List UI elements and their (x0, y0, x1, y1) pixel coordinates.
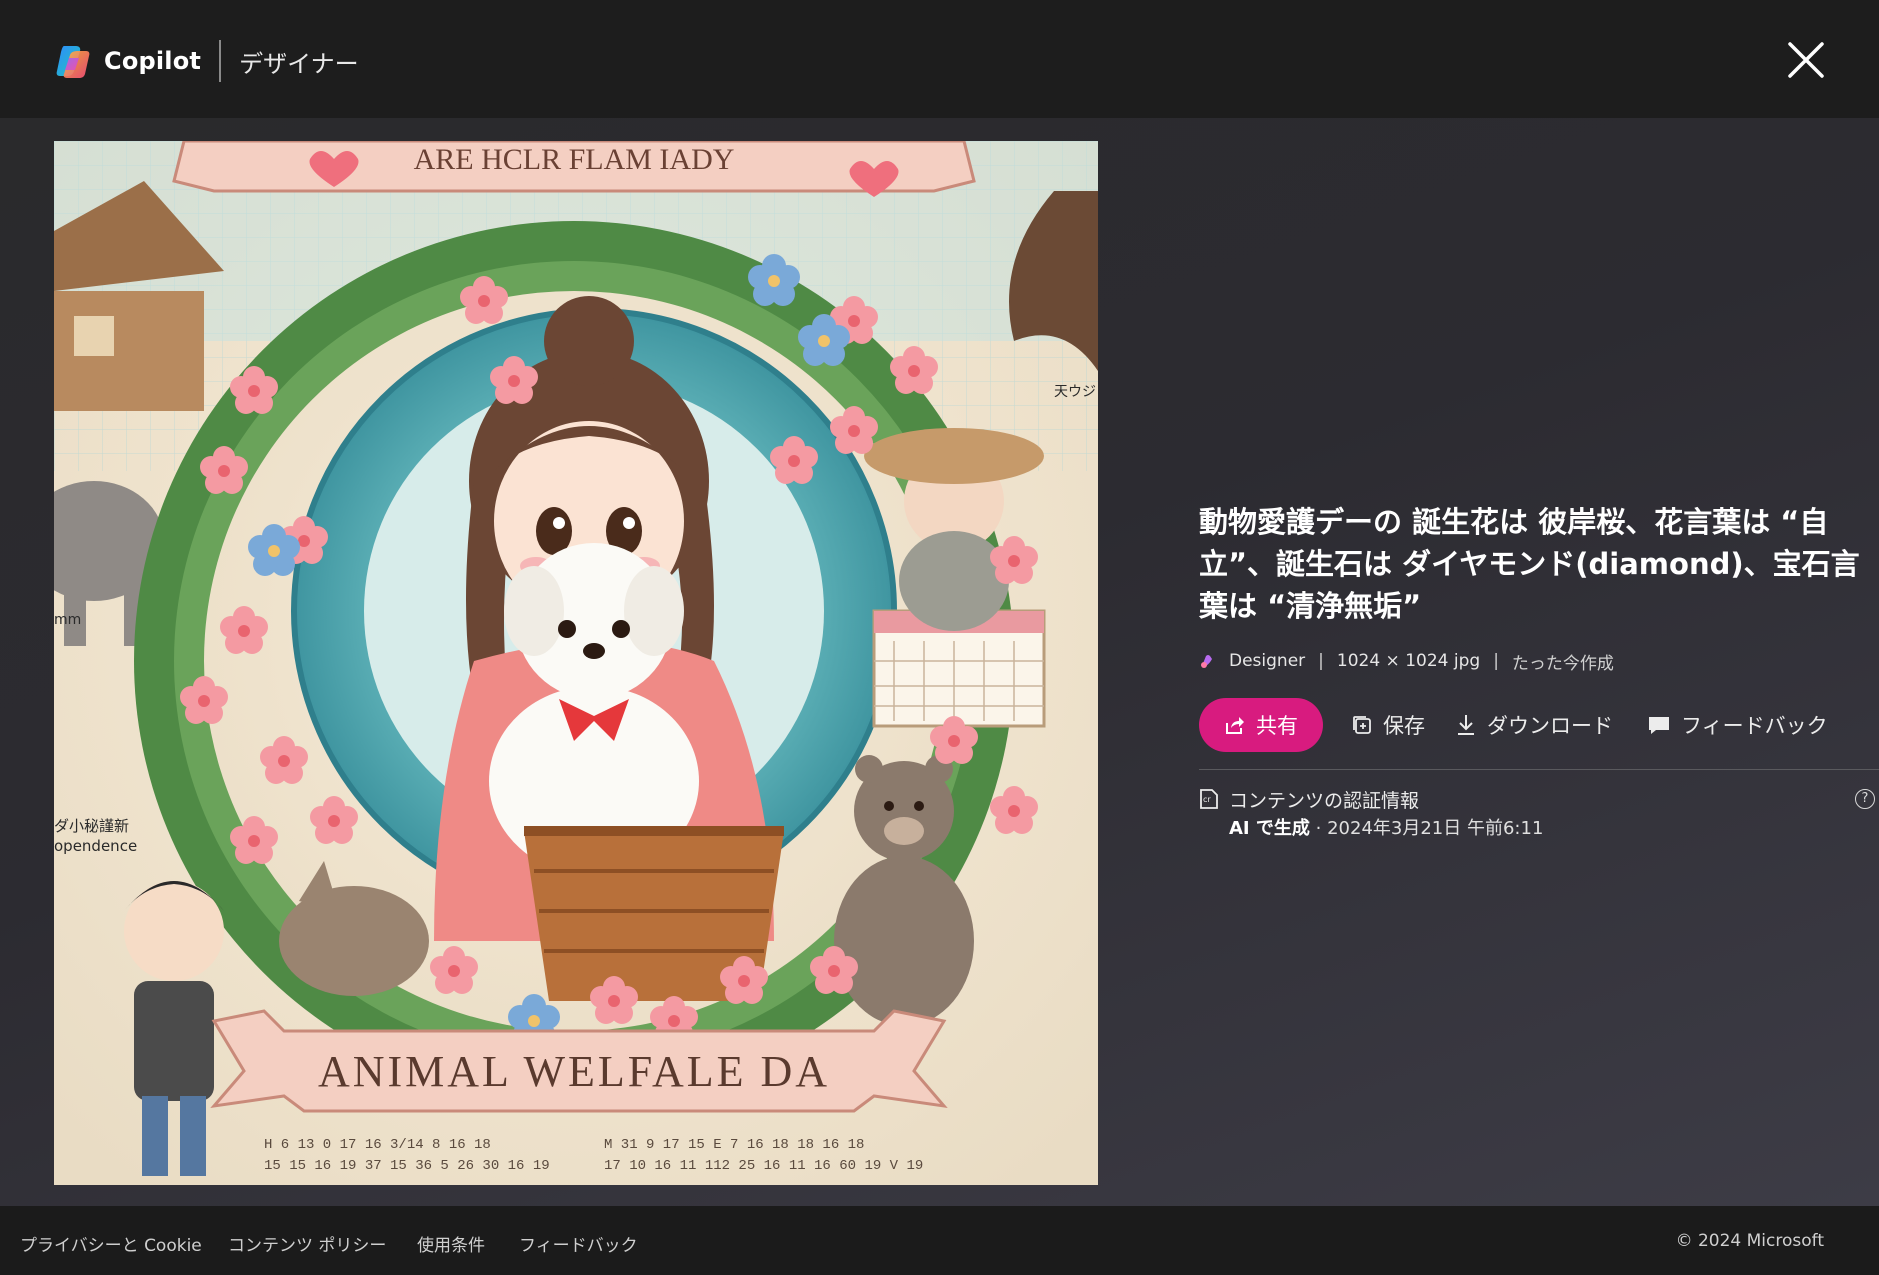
right-sign-text: 天ウジ (1054, 384, 1096, 400)
copilot-logo-icon (56, 46, 90, 78)
generated-image[interactable]: ARE HCLR FLAM IADY ANIMAL WELFALE DA H 6… (54, 141, 1098, 1185)
share-label: 共有 (1256, 714, 1298, 738)
feedback-icon (1649, 717, 1669, 734)
brand-divider (219, 40, 222, 82)
banner-bottom-text: ANIMAL WELFALE DA (318, 1047, 830, 1096)
credentials-icon: cr (1200, 789, 1218, 809)
help-icon[interactable]: ? (1855, 789, 1875, 809)
credentials-date: · 2024年3月21日 午前6:11 (1315, 818, 1544, 839)
calendar-row-1: H 6 13 0 17 16 3/14 8 16 18 (264, 1137, 491, 1153)
meta-source: Designer (1229, 651, 1306, 671)
banner-top-text: ARE HCLR FLAM IADY (414, 143, 735, 176)
save-icon (1353, 716, 1371, 734)
save-label: 保存 (1383, 714, 1425, 738)
close-icon (1788, 42, 1824, 78)
footer-link-privacy[interactable]: プライバシーと Cookie (20, 1231, 202, 1256)
footer-link-feedback[interactable]: フィードバック (519, 1231, 638, 1256)
left-sign-text-3: mm (54, 612, 81, 628)
calendar-row-3: M 31 9 17 15 E 7 16 18 18 16 18 (604, 1137, 864, 1153)
share-button[interactable]: 共有 (1199, 698, 1323, 752)
image-meta: Designer | 1024 × 1024 jpg | たった今作成 (1199, 648, 1614, 674)
feedback-label: フィードバック (1681, 714, 1828, 738)
download-label: ダウンロード (1487, 714, 1613, 738)
calendar-row-4: 17 10 16 11 112 25 16 11 16 60 19 V 19 (604, 1158, 923, 1174)
save-button[interactable]: 保存 (1351, 710, 1425, 740)
left-sign-text-2: opendence (54, 837, 137, 855)
image-info-panel: 動物愛護デーの 誕生花は 彼岸桜、花言葉は “自立”、誕生石は ダイヤモンド(d… (1199, 118, 1879, 1206)
meta-divider: | (1493, 651, 1499, 671)
brand[interactable]: Copilot デザイナー (54, 39, 359, 83)
download-icon (1458, 715, 1474, 735)
left-sign-text: ダ小秘謹新 (54, 817, 129, 835)
meta-dimensions: 1024 × 1024 jpg (1336, 651, 1481, 671)
designer-icon (1201, 655, 1212, 668)
download-button[interactable]: ダウンロード (1455, 710, 1613, 740)
calendar-row-2: 15 15 16 19 37 15 36 5 26 30 16 19 (264, 1158, 550, 1174)
credentials-header[interactable]: cr コンテンツの認証情報 (1199, 786, 1879, 812)
feedback-button[interactable]: フィードバック (1647, 710, 1828, 740)
image-title: 動物愛護デーの 誕生花は 彼岸桜、花言葉は “自立”、誕生石は ダイヤモンド(d… (1199, 505, 1860, 623)
footer-link-terms[interactable]: 使用条件 (417, 1231, 485, 1256)
footer: プライバシーと Cookie コンテンツ ポリシー 使用条件 フィードバック ©… (0, 1206, 1879, 1275)
footer-link-content-policy[interactable]: コンテンツ ポリシー (228, 1231, 386, 1256)
credentials-ai-label: AI で生成 (1229, 818, 1310, 839)
generated-image-artwork: ARE HCLR FLAM IADY ANIMAL WELFALE DA H 6… (54, 141, 1098, 1185)
content-credentials: cr コンテンツの認証情報 AI で生成 · 2024年3月21日 午前6:11… (1199, 786, 1879, 840)
credentials-detail: AI で生成 · 2024年3月21日 午前6:11 (1229, 814, 1879, 840)
viewer-main: ARE HCLR FLAM IADY ANIMAL WELFALE DA H 6… (0, 118, 1879, 1206)
meta-created: たった今作成 (1511, 653, 1614, 674)
panel-divider (1199, 769, 1879, 770)
copyright: © 2024 Microsoft (1675, 1231, 1824, 1251)
share-icon (1226, 717, 1244, 734)
close-button[interactable] (1784, 38, 1828, 82)
svg-text:cr: cr (1203, 795, 1211, 804)
credentials-title: コンテンツの認証情報 (1229, 789, 1420, 812)
app-subtitle: デザイナー (239, 49, 359, 78)
header: Copilot デザイナー (0, 0, 1879, 118)
app-name: Copilot (104, 47, 202, 75)
action-bar: 共有 保存 ダウンロード フィードバック (1199, 698, 1828, 752)
meta-divider: | (1318, 651, 1324, 671)
